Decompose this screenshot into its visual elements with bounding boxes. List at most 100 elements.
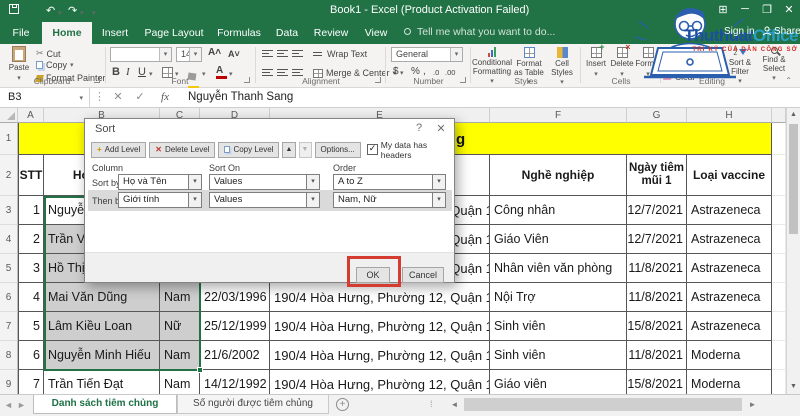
cell-vaccine[interactable]: Astrazeneca xyxy=(687,312,772,341)
alignment-launcher-icon[interactable] xyxy=(375,77,381,83)
cell-address[interactable]: 190/4 Hòa Hưng, Phường 12, Quận 10 xyxy=(270,312,490,341)
cell-stt[interactable]: 1 xyxy=(18,196,44,225)
cell-gender[interactable]: Nam xyxy=(160,283,200,312)
header-dose1[interactable]: Ngày tiêm mũi 1 xyxy=(627,155,687,196)
col-header-i[interactable] xyxy=(772,108,786,123)
cell-vaccine[interactable]: Moderna xyxy=(687,341,772,370)
cell-job[interactable]: Công nhân xyxy=(490,196,627,225)
row-header-1[interactable]: 1 xyxy=(0,123,18,155)
cell-name[interactable]: Nguyễn Minh Hiếu xyxy=(44,341,160,370)
vertical-scrollbar[interactable]: ▲ ▼ xyxy=(786,108,800,394)
formula-content[interactable]: Nguyễn Thanh Sang xyxy=(188,88,293,107)
cell-stt[interactable]: 7 xyxy=(18,370,44,394)
add-level-button[interactable]: + Add Level xyxy=(91,141,147,158)
sign-in-button[interactable]: Sign in xyxy=(724,26,755,37)
cell-job[interactable]: Nhân viên văn phòng xyxy=(490,254,627,283)
chevron-down-icon[interactable]: ▾ xyxy=(432,193,445,207)
font-size-combo[interactable]: 14 ▾ xyxy=(176,47,202,62)
col-header-a[interactable]: A xyxy=(18,108,44,123)
copy-button[interactable]: Copy ▾ xyxy=(36,60,74,70)
align-right-icon[interactable] xyxy=(292,69,303,76)
header-job[interactable]: Nghề nghiệp xyxy=(490,155,627,196)
chevron-down-icon[interactable]: ▾ xyxy=(306,175,319,189)
cell-name[interactable]: Trần Tiến Đạt xyxy=(44,370,160,394)
wrap-text-button[interactable]: Wrap Text xyxy=(313,49,367,59)
share-button[interactable]: Share xyxy=(774,26,800,37)
cell-vaccine[interactable]: Astrazeneca xyxy=(687,196,772,225)
tell-me-box[interactable]: Tell me what you want to do... xyxy=(417,26,555,38)
number-launcher-icon[interactable] xyxy=(460,77,466,83)
move-up-button[interactable]: ▲ xyxy=(282,141,296,158)
headers-checkbox[interactable]: ✓ xyxy=(366,143,378,155)
move-down-button[interactable]: ▼ xyxy=(298,141,312,158)
chevron-down-icon[interactable]: ▾ xyxy=(306,193,319,207)
tab-review[interactable]: Review xyxy=(306,22,356,44)
redo-dropdown-icon[interactable]: ▾ xyxy=(80,7,84,21)
font-name-combo[interactable]: ▾ xyxy=(110,47,172,62)
align-center-icon[interactable] xyxy=(277,69,288,76)
autosum-button[interactable]: Σ AutoSum xyxy=(664,49,708,59)
cell-job[interactable]: Sinh viên xyxy=(490,341,627,370)
copy-level-button[interactable]: Copy Level xyxy=(218,141,280,158)
cell-vaccine[interactable]: Moderna xyxy=(687,370,772,394)
cell-dose1[interactable]: 11/8/2021 xyxy=(627,341,687,370)
sheet-tab-active[interactable]: Danh sách tiêm chủng xyxy=(33,395,177,414)
tab-page-layout[interactable]: Page Layout xyxy=(138,22,210,44)
row-header-9[interactable]: 9 xyxy=(0,370,18,394)
dialog-close-icon[interactable]: ✕ xyxy=(434,122,448,135)
cell-dose1[interactable]: 12/7/2021 xyxy=(627,225,687,254)
row-header-8[interactable]: 8 xyxy=(0,341,18,370)
chevron-down-icon[interactable]: ▾ xyxy=(188,175,201,189)
header-stt[interactable]: STT xyxy=(18,155,44,196)
chevron-down-icon[interactable]: ▾ xyxy=(188,193,201,207)
align-top-icon[interactable] xyxy=(262,50,273,57)
cell-name[interactable]: Lâm Kiều Loan xyxy=(44,312,160,341)
cell-address[interactable]: 190/4 Hòa Hưng, Phường 12, Quận 10 xyxy=(270,283,490,312)
header-vaccine[interactable]: Loại vaccine xyxy=(687,155,772,196)
grow-font-icon[interactable]: A˄ xyxy=(208,47,221,58)
horizontal-scroll-thumb[interactable] xyxy=(464,398,742,411)
cell-gender[interactable]: Nam xyxy=(160,341,200,370)
col-header-g[interactable]: G xyxy=(627,108,687,123)
cell-address[interactable]: 190/4 Hòa Hưng, Phường 12, Quận 10 xyxy=(270,370,490,394)
cell[interactable] xyxy=(772,155,786,196)
cell-dose1[interactable]: 12/7/2021 xyxy=(627,196,687,225)
cell-job[interactable]: Nội Trợ xyxy=(490,283,627,312)
row-header-7[interactable]: 7 xyxy=(0,312,18,341)
name-box[interactable]: B3 ▾ xyxy=(0,88,90,107)
cell[interactable] xyxy=(772,225,786,254)
undo-dropdown-icon[interactable]: ▾ xyxy=(58,7,62,21)
sheet-tab-inactive[interactable]: Số người được tiêm chủng xyxy=(177,395,329,414)
tab-formulas[interactable]: Formulas xyxy=(210,22,268,44)
insert-cells-button[interactable]: + Insert ▾ xyxy=(583,43,609,79)
cell-dob[interactable]: 21/6/2002 xyxy=(200,341,270,370)
cut-button[interactable]: ✂ Cut xyxy=(36,48,61,59)
cancel-entry-icon[interactable]: ✕ xyxy=(110,88,126,107)
cell-job[interactable]: Giáo viên xyxy=(490,370,627,394)
format-cells-button[interactable]: Format ▾ xyxy=(635,47,661,79)
tab-view[interactable]: View xyxy=(356,22,396,44)
sheet-nav-right-icon[interactable]: ► xyxy=(17,400,26,410)
cell-job[interactable]: Sinh viên xyxy=(490,312,627,341)
cell[interactable] xyxy=(772,254,786,283)
col-header-h[interactable]: H xyxy=(687,108,772,123)
sort-by-sorton-select[interactable]: Values ▾ xyxy=(209,174,320,190)
cancel-button[interactable]: Cancel xyxy=(402,267,444,283)
cell-dose1[interactable]: 11/8/2021 xyxy=(627,254,687,283)
cell-dose1[interactable]: 11/8/2021 xyxy=(627,283,687,312)
cell-dose1[interactable]: 15/8/2021 xyxy=(627,312,687,341)
cell-stt[interactable]: 2 xyxy=(18,225,44,254)
redo-icon[interactable]: ↷ xyxy=(68,4,77,18)
row-header-6[interactable]: 6 xyxy=(0,283,18,312)
col-header-f[interactable]: F xyxy=(490,108,627,123)
cell-dob[interactable]: 22/03/1996 xyxy=(200,283,270,312)
cell-gender[interactable]: Nam xyxy=(160,370,200,394)
name-box-dropdown-icon[interactable]: ▾ xyxy=(79,89,83,108)
delete-level-button[interactable]: ✕ Delete Level xyxy=(149,141,216,158)
cell[interactable] xyxy=(772,123,786,155)
cell-address[interactable]: 190/4 Hòa Hưng, Phường 12, Quận 10 xyxy=(270,341,490,370)
cell-name[interactable]: Mai Văn Dũng xyxy=(44,283,160,312)
then-by-sorton-select[interactable]: Values ▾ xyxy=(209,192,320,208)
shrink-font-icon[interactable]: A˅ xyxy=(228,49,240,59)
fx-icon[interactable]: fx xyxy=(156,88,174,107)
